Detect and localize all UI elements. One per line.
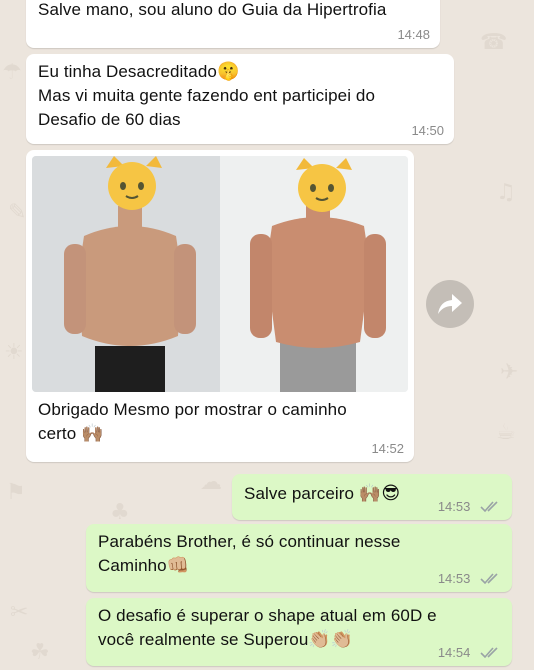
message-time: 14:53	[438, 499, 502, 514]
clapping-hands-emoji: 👏🏼👏🏼	[308, 629, 354, 650]
before-after-photo[interactable]	[32, 156, 408, 392]
message-time: 14:54	[438, 645, 502, 660]
forward-button[interactable]	[426, 280, 474, 328]
message-bubble-outgoing[interactable]: O desafio é superar o shape atual em 60D…	[86, 598, 512, 666]
message-bubble-outgoing[interactable]: Salve parceiro 🙌🏽😎 14:53	[232, 474, 512, 520]
message-text: Eu tinha Desacreditado🤫 Mas vi muita gen…	[38, 61, 376, 129]
shushing-face-emoji: 🤫	[216, 61, 240, 82]
message-bubble-incoming[interactable]: Eu tinha Desacreditado🤫 Mas vi muita gen…	[26, 54, 454, 144]
message-time: 14:52	[371, 441, 404, 456]
message-time: 14:50	[411, 123, 444, 138]
double-check-icon	[480, 647, 498, 659]
forward-arrow-icon	[438, 294, 462, 314]
message-bubble-outgoing[interactable]: Parabéns Brother, é só continuar nesse C…	[86, 524, 512, 592]
fist-bump-emoji: 👊🏼	[166, 555, 190, 576]
image-caption: Obrigado Mesmo por mostrar o caminho cer…	[38, 400, 347, 444]
message-text: Salve mano, sou aluno do Guia da Hipertr…	[38, 0, 387, 19]
message-time: 14:53	[438, 571, 502, 586]
message-bubble-incoming[interactable]: Salve mano, sou aluno do Guia da Hipertr…	[26, 0, 440, 48]
image-message-bubble[interactable]: Obrigado Mesmo por mostrar o caminho cer…	[26, 150, 414, 462]
message-time: 14:48	[397, 27, 430, 42]
double-check-icon	[480, 573, 498, 585]
double-check-icon	[480, 501, 498, 513]
transformation-photo	[32, 156, 408, 392]
emoji-group: 🙌🏽😎	[358, 483, 401, 504]
raising-hands-emoji: 🙌🏽	[81, 423, 104, 444]
